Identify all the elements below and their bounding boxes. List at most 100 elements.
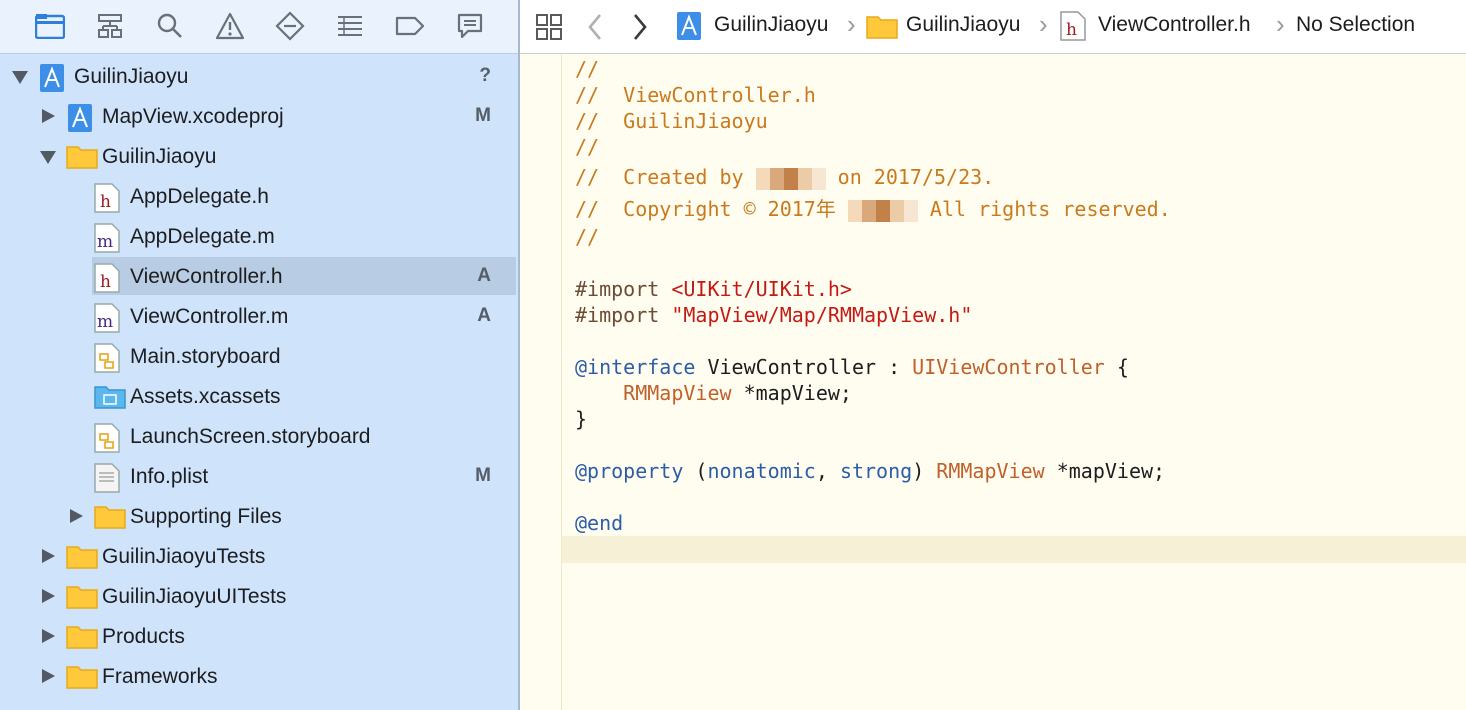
punctuation: ,: [815, 459, 840, 483]
disclosure-right-icon[interactable]: [42, 589, 55, 603]
crumb-separator: ›: [847, 9, 856, 39]
code-line: @end: [575, 510, 623, 536]
tree-row[interactable]: h AppDelegate.h: [0, 176, 518, 216]
tree-label: ViewController.m: [130, 305, 289, 328]
crumb-project[interactable]: GuilinJiaoyu: [714, 13, 828, 37]
code-line: @interface ViewController : UIViewContro…: [575, 354, 1129, 380]
redacted-name: [755, 167, 826, 190]
tree-label: GuilinJiaoyu: [102, 145, 217, 168]
comment-text: //: [575, 225, 600, 249]
tree-row[interactable]: GuilinJiaoyu?: [0, 56, 518, 96]
tree-row[interactable]: Frameworks: [0, 656, 518, 696]
tree-label: MapView.xcodeproj: [102, 105, 284, 128]
list-icon[interactable]: [333, 10, 367, 42]
forward-chevron-icon[interactable]: [632, 13, 648, 46]
tree-label: AppDelegate.m: [130, 225, 275, 248]
tree-row[interactable]: Supporting Files: [0, 496, 518, 536]
jump-bar: GuilinJiaoyu › GuilinJiaoyu › h ViewCont…: [520, 0, 1466, 54]
tag-icon[interactable]: [393, 10, 427, 42]
tree-row[interactable]: Products: [0, 616, 518, 656]
crumb-file[interactable]: ViewController.h: [1098, 13, 1251, 37]
tree-row[interactable]: GuilinJiaoyu: [0, 136, 518, 176]
tree-label: LaunchScreen.storyboard: [130, 425, 371, 448]
back-chevron-icon[interactable]: [587, 13, 603, 46]
disclosure-right-icon[interactable]: [42, 549, 55, 563]
keyword: nonatomic: [707, 459, 816, 483]
comment-text: // Created by: [575, 165, 756, 189]
code-line: @property (nonatomic, strong) RMMapView …: [575, 458, 1165, 484]
tree-label: GuilinJiaoyu: [74, 65, 189, 88]
folder-icon: [66, 543, 98, 571]
disclosure-down-icon[interactable]: [12, 71, 28, 84]
comment-text: // Copyright © 2017年: [575, 197, 848, 221]
folder-icon: [66, 143, 98, 171]
crumb-group[interactable]: GuilinJiaoyu: [906, 13, 1020, 37]
crumb-selection[interactable]: No Selection: [1296, 13, 1415, 37]
tree-row[interactable]: Assets.xcassets: [0, 376, 518, 416]
tree-row[interactable]: h ViewController.h A: [0, 256, 518, 296]
code-line: // Created by on 2017/5/23.: [575, 164, 994, 190]
hierarchy-icon[interactable]: [93, 10, 127, 42]
disclosure-down-icon[interactable]: [40, 151, 56, 164]
source-editor[interactable]: // // ViewController.h // GuilinJiaoyu /…: [520, 54, 1466, 710]
scm-status-badge: A: [477, 305, 491, 326]
keyword: @property: [575, 459, 684, 483]
tree-row[interactable]: GuilinJiaoyuTests: [0, 536, 518, 576]
tree-row[interactable]: LaunchScreen.storyboard: [0, 416, 518, 456]
property-name: *mapView;: [1044, 459, 1166, 483]
code-line: //: [575, 56, 599, 82]
folder-icon[interactable]: [33, 10, 67, 42]
comment-text: // ViewController.h: [575, 83, 816, 107]
disclosure-right-icon[interactable]: [42, 629, 55, 643]
tree-row[interactable]: MapView.xcodeproj M: [0, 96, 518, 136]
keyword: strong: [839, 459, 913, 483]
superclass-name: UIViewController: [912, 355, 1105, 379]
search-icon[interactable]: [153, 10, 187, 42]
svg-text:h: h: [100, 192, 111, 212]
tree-row[interactable]: GuilinJiaoyuUITests: [0, 576, 518, 616]
brace: }: [575, 407, 588, 431]
folder-icon: [94, 503, 126, 531]
import-path: <UIKit/UIKit.h>: [671, 277, 852, 301]
scm-status-badge: M: [475, 465, 491, 486]
test-diamond-icon[interactable]: [273, 10, 307, 42]
svg-text:h: h: [1066, 20, 1077, 40]
plist-icon: [94, 463, 122, 493]
code-line: #import "MapView/Map/RMMapView.h": [575, 302, 972, 328]
xcode-project-icon: [676, 11, 702, 46]
code-line: // GuilinJiaoyu: [575, 108, 768, 134]
storyboard-icon: [94, 423, 122, 453]
comment-text: //: [575, 57, 600, 81]
folder-icon: [866, 13, 898, 44]
warning-icon[interactable]: [213, 10, 247, 42]
code-line: // Copyright © 2017年 All rights reserved…: [575, 196, 1171, 222]
redacted-name: [847, 199, 918, 222]
crumb-separator: ›: [1039, 9, 1048, 39]
tree-label: Frameworks: [102, 665, 218, 688]
header-file-icon: h: [1060, 11, 1086, 46]
tree-row[interactable]: m ViewController.m A: [0, 296, 518, 336]
xcode-project-icon: [38, 63, 66, 92]
disclosure-right-icon[interactable]: [42, 109, 55, 123]
punctuation: (: [683, 459, 708, 483]
tree-row[interactable]: m AppDelegate.m: [0, 216, 518, 256]
comment-text: // GuilinJiaoyu: [575, 109, 768, 133]
type-name: RMMapView: [623, 381, 732, 405]
code-line: }: [575, 406, 587, 432]
class-name: ViewController :: [695, 355, 913, 379]
header-file-icon: h: [94, 263, 122, 293]
punctuation: ): [912, 459, 937, 483]
related-items-icon[interactable]: [535, 13, 563, 46]
tree-label: Products: [102, 625, 185, 648]
disclosure-right-icon[interactable]: [42, 669, 55, 683]
xcode-project-icon: [66, 103, 94, 132]
tree-label: Info.plist: [130, 465, 209, 488]
tree-row[interactable]: Info.plist M: [0, 456, 518, 496]
tree-row[interactable]: Main.storyboard: [0, 336, 518, 376]
tree-label: ViewController.h: [130, 265, 283, 288]
svg-text:h: h: [100, 272, 111, 292]
code-line: #import <UIKit/UIKit.h>: [575, 276, 852, 302]
scm-status-badge: M: [475, 105, 491, 126]
comment-icon[interactable]: [453, 10, 487, 42]
disclosure-right-icon[interactable]: [70, 509, 83, 523]
